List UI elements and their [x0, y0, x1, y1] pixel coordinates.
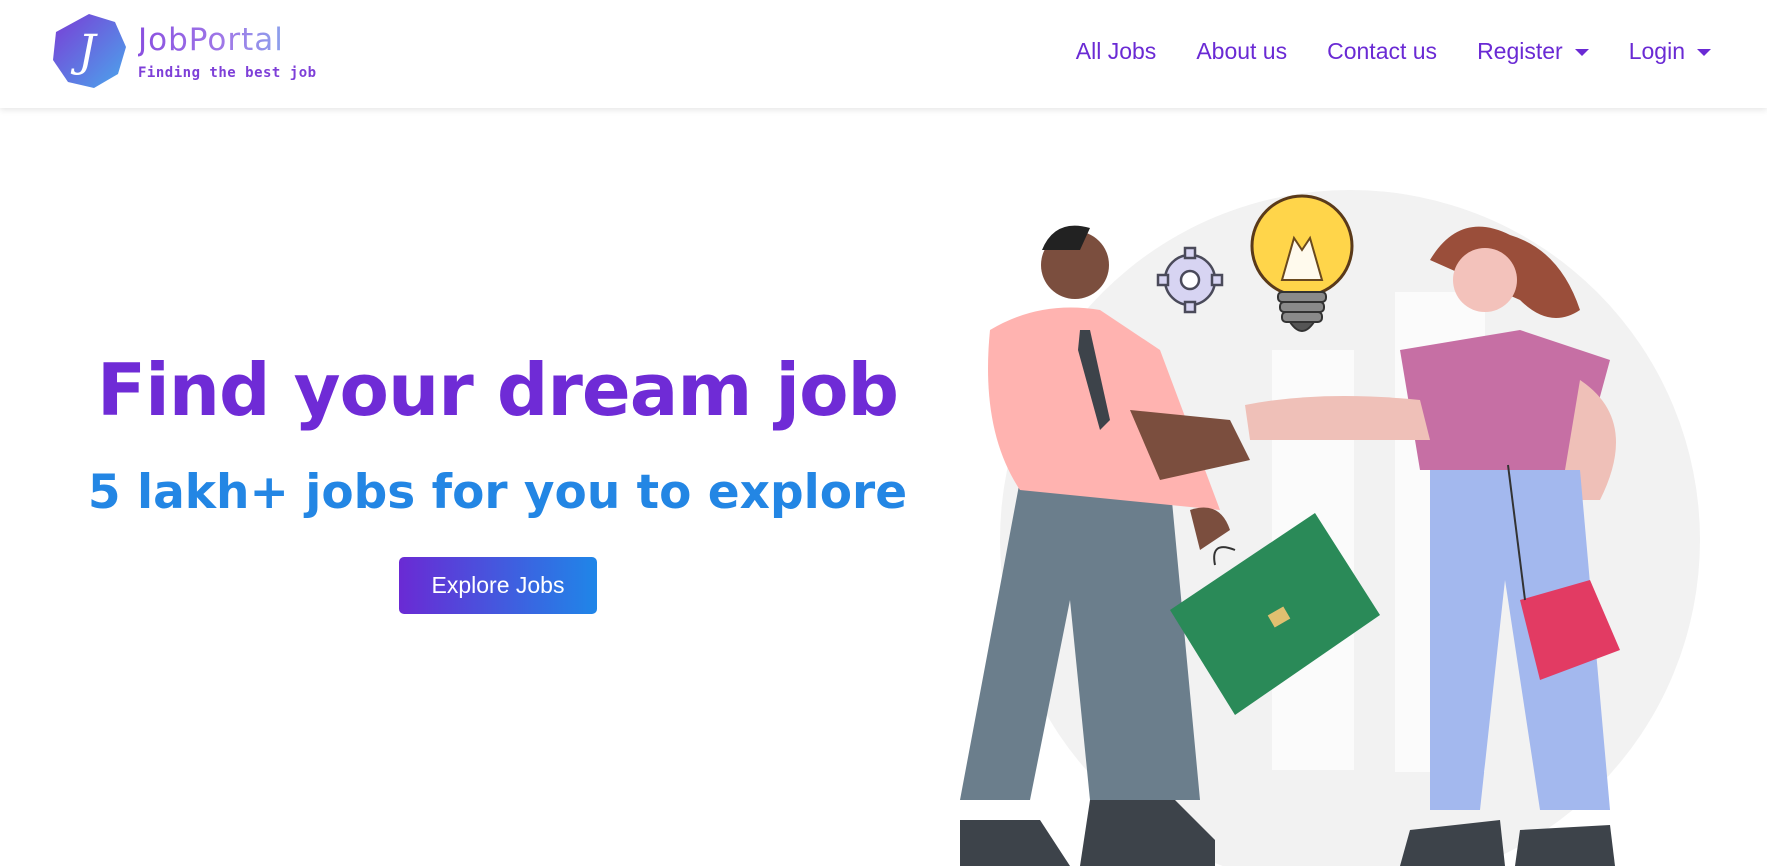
- nav-register-label: Register: [1477, 38, 1563, 64]
- nav-about-us[interactable]: About us: [1196, 38, 1287, 65]
- hero-section: Find your dream job 5 lakh+ jobs for you…: [0, 108, 995, 866]
- nav-links: All Jobs About us Contact us Register Lo…: [1076, 38, 1711, 65]
- nav-all-jobs[interactable]: All Jobs: [1076, 38, 1157, 65]
- brand-text: JobPortal Finding the best job: [138, 21, 317, 81]
- hero-title: Find your dream job: [96, 348, 899, 432]
- nav-register-dropdown[interactable]: Register: [1477, 38, 1589, 65]
- brand-link[interactable]: J JobPortal Finding the best job: [50, 12, 317, 90]
- register-caret-down-icon: [1574, 49, 1589, 56]
- explore-jobs-button[interactable]: Explore Jobs: [399, 557, 597, 614]
- brand-tagline: Finding the best job: [138, 65, 317, 81]
- login-caret-down-icon: [1697, 49, 1711, 56]
- hero-subtitle: 5 lakh+ jobs for you to explore: [87, 465, 908, 520]
- navbar: J JobPortal Finding the best job All Job…: [0, 0, 1767, 108]
- nav-contact-us-label: Contact us: [1327, 38, 1438, 64]
- nav-about-us-label: About us: [1196, 38, 1288, 64]
- brand-name: JobPortal: [138, 21, 317, 59]
- nav-all-jobs-label: All Jobs: [1075, 38, 1157, 64]
- nav-login-label: Login: [1628, 38, 1685, 64]
- nav-login-dropdown[interactable]: Login: [1629, 38, 1711, 65]
- handshake-illustration: [960, 190, 1700, 866]
- nav-contact-us[interactable]: Contact us: [1327, 38, 1437, 65]
- brand-logo-icon: J: [53, 14, 126, 88]
